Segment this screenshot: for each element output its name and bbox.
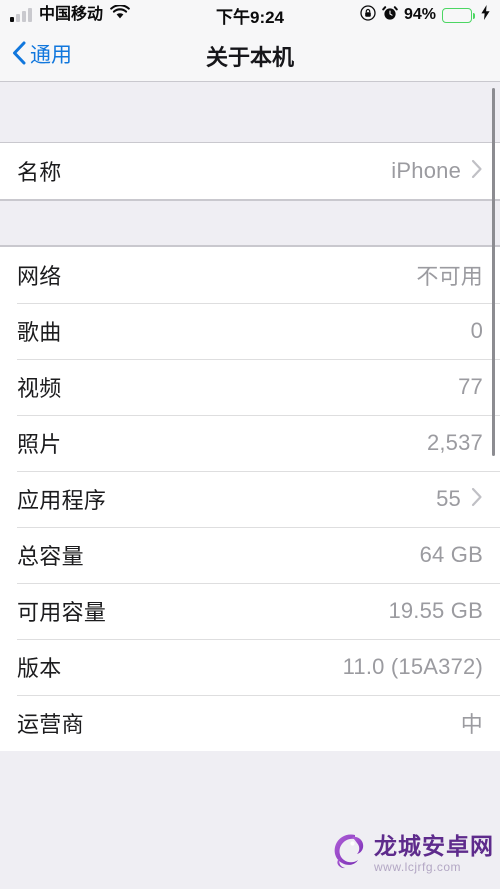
table-row: 网络 不可用	[0, 247, 500, 303]
row-value: iPhone	[391, 158, 461, 183]
group-separator-gap	[0, 200, 500, 246]
carrier-label: 中国移动	[39, 6, 104, 23]
chevron-right-icon	[471, 487, 483, 512]
page-title: 关于本机	[205, 44, 294, 70]
row-label: 视频	[17, 376, 62, 401]
row-value: 55	[436, 486, 461, 511]
settings-group-device-name: 名称 iPhone	[0, 142, 500, 200]
row-value: 0	[470, 318, 483, 343]
table-row[interactable]: 应用程序 55	[0, 471, 500, 527]
charging-bolt-icon	[481, 5, 490, 25]
row-value: 2,537	[426, 430, 483, 455]
row-label: 应用程序	[17, 488, 107, 513]
row-label: 照片	[17, 432, 62, 457]
row-accessory: 77	[458, 374, 483, 400]
row-label: 总容量	[17, 544, 84, 569]
row-value: 64 GB	[419, 542, 483, 567]
row-label: 可用容量	[17, 600, 107, 625]
list-top-spacer	[0, 82, 500, 142]
cellular-signal-icon	[10, 7, 32, 22]
row-label: 版本	[17, 656, 62, 681]
row-value: 19.55 GB	[388, 598, 483, 623]
battery-percentage-label: 94%	[403, 6, 436, 23]
row-accessory: 11.0 (15A372)	[343, 654, 483, 680]
status-bar-left: 中国移动	[10, 4, 130, 25]
settings-group-device-info: 网络 不可用歌曲 0 视频 77 照片 2,537 应用程序 55 总容量 64 GB 可用容量 19.…	[0, 246, 500, 751]
row-accessory: 不可用	[416, 259, 483, 291]
table-row: 可用容量 19.55 GB	[0, 583, 500, 639]
row-label: 运营商	[17, 712, 84, 737]
status-bar: 中国移动 下午9:24 94%	[0, 0, 500, 30]
row-label: 名称	[17, 160, 62, 185]
table-row: 照片 2,537	[0, 415, 500, 471]
chevron-left-icon	[12, 41, 26, 70]
row-value: 77	[458, 374, 483, 399]
row-value: 不可用	[416, 264, 483, 289]
chevron-right-icon	[471, 159, 483, 184]
table-row: 总容量 64 GB	[0, 527, 500, 583]
table-row: 歌曲 0	[0, 303, 500, 359]
table-row[interactable]: 名称 iPhone	[0, 143, 500, 199]
row-label: 歌曲	[17, 320, 62, 345]
iphone-settings-about-screen: 中国移动 下午9:24 94% 通用 关于本机 名称 iPhone 网络 不可用…	[0, 0, 500, 889]
wifi-icon	[110, 4, 130, 25]
row-accessory: 19.55 GB	[388, 598, 483, 624]
back-button-label: 通用	[30, 44, 72, 67]
row-value: 11.0 (15A372)	[342, 654, 483, 679]
table-row: 运营商 中	[0, 695, 500, 751]
battery-icon	[442, 7, 475, 23]
row-accessory: 64 GB	[420, 542, 483, 568]
status-bar-right: 94%	[360, 4, 490, 26]
back-button[interactable]: 通用	[0, 41, 72, 70]
row-label: 网络	[17, 264, 62, 289]
row-accessory: 0	[471, 318, 483, 344]
table-row: 版本 11.0 (15A372)	[0, 639, 500, 695]
vertical-scrollbar[interactable]	[492, 88, 495, 456]
row-value: 中	[460, 712, 483, 737]
settings-list: 名称 iPhone 网络 不可用歌曲 0 视频 77 照片 2,537 应用程序 55 总容量 64…	[0, 82, 500, 888]
row-accessory: 中	[461, 707, 483, 739]
row-accessory: 2,537	[427, 430, 483, 456]
navigation-bar: 通用 关于本机	[0, 30, 500, 82]
row-accessory: 55	[436, 486, 483, 512]
table-row: 视频 77	[0, 359, 500, 415]
rotation-lock-icon	[360, 4, 376, 26]
row-accessory: iPhone	[391, 158, 483, 184]
alarm-clock-icon	[382, 5, 398, 26]
